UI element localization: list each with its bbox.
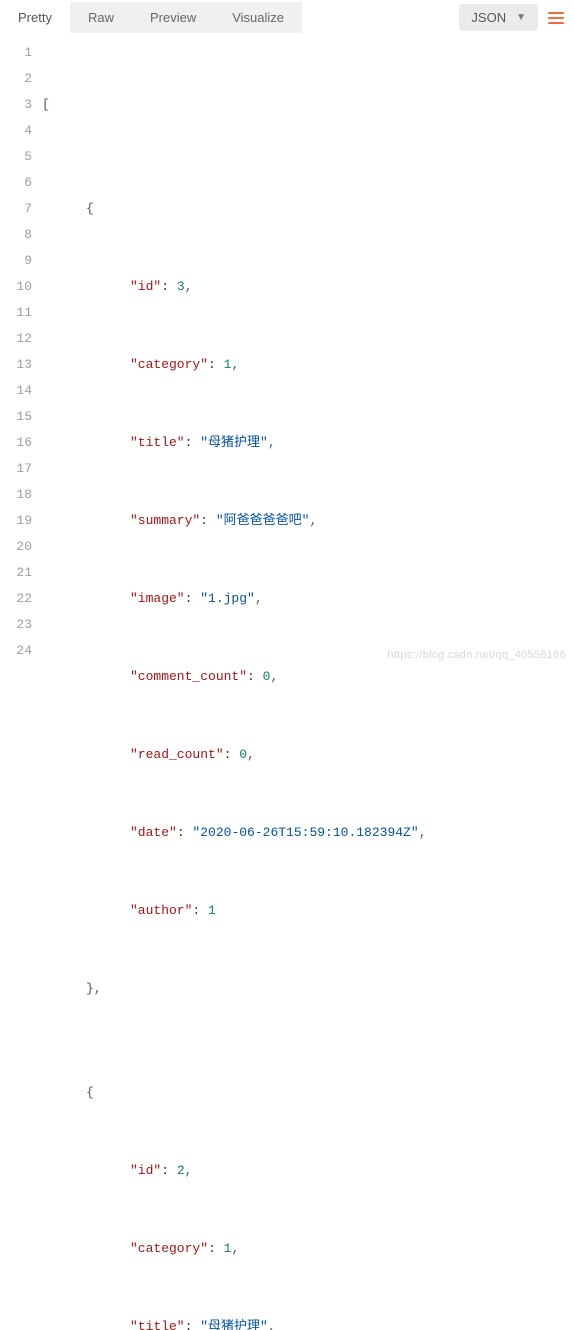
line-number: 12	[0, 326, 32, 352]
line-number: 7	[0, 196, 32, 222]
json-key: "id"	[130, 1163, 161, 1178]
tab-preview[interactable]: Preview	[132, 2, 214, 33]
line-number: 2	[0, 66, 32, 92]
json-key: "date"	[130, 825, 177, 840]
watermark-text: https://blog.csdn.net/qq_40558166	[387, 649, 566, 661]
format-dropdown-label: JSON	[471, 10, 506, 25]
line-number: 10	[0, 274, 32, 300]
json-value: "母猪护理"	[200, 1319, 268, 1330]
line-number: 16	[0, 430, 32, 456]
line-number: 24	[0, 638, 32, 664]
json-value: "母猪护理"	[200, 435, 268, 450]
tab-visualize[interactable]: Visualize	[214, 2, 302, 33]
line-gutter: 1 2 3 4 5 6 7 8 9 10 11 12 13 14 15 16 1…	[0, 40, 42, 1330]
bracket-open: [	[42, 97, 50, 112]
json-key: "author"	[130, 903, 192, 918]
line-number: 6	[0, 170, 32, 196]
line-number: 21	[0, 560, 32, 586]
json-value: 1	[208, 903, 216, 918]
line-number: 19	[0, 508, 32, 534]
json-value: 3	[177, 279, 185, 294]
line-number: 11	[0, 300, 32, 326]
line-number: 5	[0, 144, 32, 170]
json-key: "title"	[130, 435, 185, 450]
line-number: 20	[0, 534, 32, 560]
format-dropdown[interactable]: JSON ▼	[459, 4, 538, 31]
json-key: "summary"	[130, 513, 200, 528]
response-tabs: Pretty Raw Preview Visualize JSON ▼	[0, 0, 574, 36]
line-number: 23	[0, 612, 32, 638]
line-number: 22	[0, 586, 32, 612]
line-number: 3	[0, 92, 32, 118]
code-body[interactable]: [ { "id": 3, "category": 1, "title": "母猪…	[42, 40, 574, 1330]
json-value: 0	[239, 747, 247, 762]
json-value: 2	[177, 1163, 185, 1178]
line-number: 18	[0, 482, 32, 508]
json-key: "comment_count"	[130, 669, 247, 684]
tab-raw[interactable]: Raw	[70, 2, 132, 33]
line-number: 4	[0, 118, 32, 144]
line-number: 1	[0, 40, 32, 66]
json-value: 0	[263, 669, 271, 684]
json-key: "image"	[130, 591, 185, 606]
line-number: 14	[0, 378, 32, 404]
json-value: "2020-06-26T15:59:10.182394Z"	[192, 825, 418, 840]
brace-close: },	[86, 981, 102, 996]
line-number: 9	[0, 248, 32, 274]
json-key: "category"	[130, 357, 208, 372]
json-value: 1	[224, 1241, 232, 1256]
json-value: "1.jpg"	[200, 591, 255, 606]
line-number: 15	[0, 404, 32, 430]
json-value: "阿爸爸爸爸吧"	[216, 513, 310, 528]
json-key: "title"	[130, 1319, 185, 1330]
line-number: 13	[0, 352, 32, 378]
brace-open: {	[86, 1085, 94, 1100]
wrap-lines-icon[interactable]	[548, 8, 568, 28]
brace-open: {	[86, 201, 94, 216]
json-key: "category"	[130, 1241, 208, 1256]
json-key: "read_count"	[130, 747, 224, 762]
code-viewer: 1 2 3 4 5 6 7 8 9 10 11 12 13 14 15 16 1…	[0, 36, 574, 1330]
line-number: 8	[0, 222, 32, 248]
json-key: "id"	[130, 279, 161, 294]
tab-pretty[interactable]: Pretty	[0, 2, 70, 33]
chevron-down-icon: ▼	[516, 12, 526, 23]
line-number: 17	[0, 456, 32, 482]
